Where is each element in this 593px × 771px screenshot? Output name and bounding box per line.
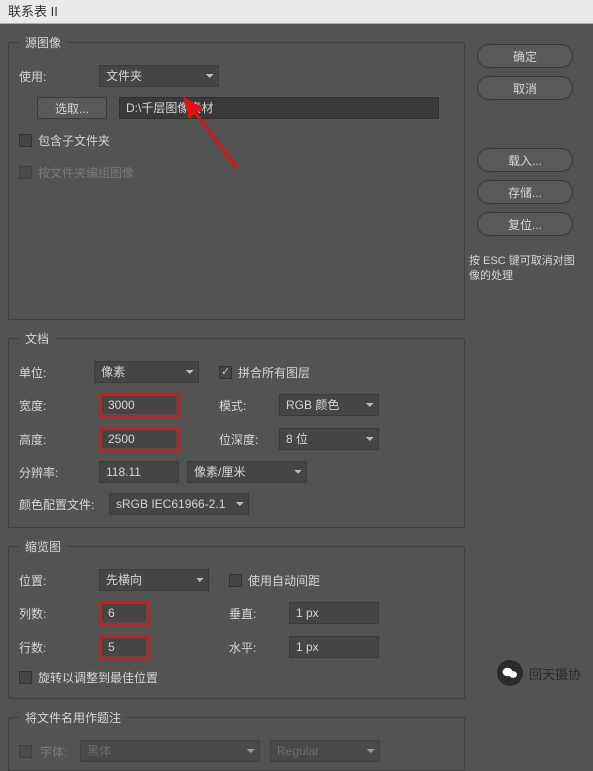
thumb-legend: 缩览图 (19, 538, 67, 555)
source-legend: 源图像 (19, 34, 67, 51)
place-label: 位置: (19, 572, 99, 589)
unit-label: 单位: (19, 364, 94, 381)
choose-button[interactable]: 选取... (37, 97, 107, 119)
group-by-folder-label: 按文件夹编组图像 (38, 164, 134, 181)
include-sub-checkbox[interactable]: 包含子文件夹 (19, 132, 110, 149)
save-button[interactable]: 存储... (477, 180, 573, 204)
profile-label: 颜色配置文件: (19, 496, 109, 513)
cols-label: 列数: (19, 605, 99, 622)
esc-hint: 按 ESC 键可取消对图像的处理 (465, 254, 585, 285)
group-by-folder-checkbox: 按文件夹编组图像 (19, 164, 134, 181)
wechat-icon (497, 660, 523, 686)
caption-enable-checkbox (19, 745, 32, 758)
vert-label: 垂直: (229, 605, 289, 622)
source-group: 源图像 使用: 文件夹 选取... D:\千层图像素材 包含子文件夹 (8, 34, 465, 320)
font-label: 字体: (40, 743, 80, 760)
res-label: 分辨率: (19, 464, 99, 481)
include-sub-label: 包含子文件夹 (38, 132, 110, 149)
ok-button[interactable]: 确定 (477, 44, 573, 68)
rows-input[interactable] (102, 638, 146, 656)
auto-gap-checkbox[interactable]: 使用自动间距 (229, 572, 320, 589)
caption-legend: 将文件名用作题注 (19, 709, 127, 726)
vert-input[interactable] (289, 602, 379, 624)
depth-select[interactable]: 8 位 (279, 428, 379, 450)
window-title: 联系表 II (0, 0, 593, 24)
profile-select[interactable]: sRGB IEC61966-2.1 (109, 493, 249, 515)
place-select[interactable]: 先横向 (99, 569, 209, 591)
reset-button[interactable]: 复位... (477, 212, 573, 236)
doc-group: 文档 单位: 像素 拼合所有图层 宽度: 模式: (8, 330, 465, 528)
path-display: D:\千层图像素材 (119, 97, 439, 119)
font-select: 黑体 (80, 740, 260, 762)
res-unit-select[interactable]: 像素/厘米 (187, 461, 307, 483)
rows-label: 行数: (19, 639, 99, 656)
res-input[interactable] (99, 461, 179, 483)
rotate-checkbox[interactable]: 旋转以调整到最佳位置 (19, 669, 158, 686)
cols-input[interactable] (102, 604, 146, 622)
width-label: 宽度: (19, 397, 99, 414)
doc-legend: 文档 (19, 330, 55, 347)
load-button[interactable]: 载入... (477, 148, 573, 172)
flatten-checkbox[interactable]: 拼合所有图层 (219, 364, 310, 381)
watermark: 回天摄协 (497, 660, 581, 686)
auto-gap-label: 使用自动间距 (248, 572, 320, 589)
height-label: 高度: (19, 431, 99, 448)
caption-group: 将文件名用作题注 字体: 黑体 Regular (8, 709, 465, 771)
cancel-button[interactable]: 取消 (477, 76, 573, 100)
thumb-group: 缩览图 位置: 先横向 使用自动间距 列数: 垂直: (8, 538, 465, 699)
use-select[interactable]: 文件夹 (99, 65, 219, 87)
depth-label: 位深度: (219, 431, 279, 448)
font-style-select: Regular (270, 740, 380, 762)
height-input[interactable] (102, 430, 176, 448)
rotate-label: 旋转以调整到最佳位置 (38, 669, 158, 686)
flatten-label: 拼合所有图层 (238, 364, 310, 381)
mode-label: 模式: (219, 397, 279, 414)
use-label: 使用: (19, 68, 99, 85)
width-input[interactable] (102, 396, 176, 414)
horiz-input[interactable] (289, 636, 379, 658)
horiz-label: 水平: (229, 639, 289, 656)
watermark-text: 回天摄协 (529, 664, 581, 683)
mode-select[interactable]: RGB 颜色 (279, 394, 379, 416)
unit-select[interactable]: 像素 (94, 361, 199, 383)
